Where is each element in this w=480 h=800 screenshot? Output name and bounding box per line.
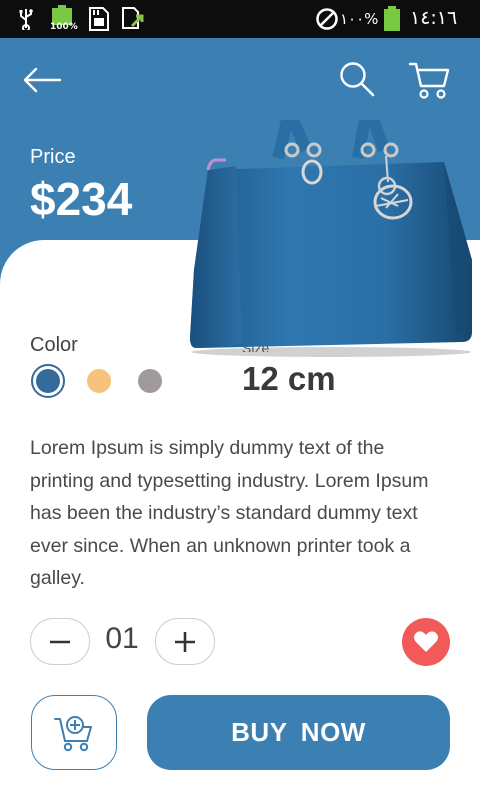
color-label: Color (30, 334, 78, 356)
battery-full-icon (381, 6, 403, 31)
decrease-quantity-button[interactable] (30, 618, 90, 665)
price-value: $234 (30, 173, 133, 225)
status-bar: 100% ١٠٠% ١٤:١٦ (0, 0, 480, 38)
heart-icon (414, 631, 438, 652)
product-image (186, 114, 476, 360)
color-swatch-gray[interactable] (138, 369, 162, 393)
search-button[interactable] (336, 58, 378, 100)
color-swatch-blue[interactable] (31, 364, 65, 398)
product-description: Lorem Ipsum is simply dummy text of the … (30, 437, 429, 589)
color-swatch-orange[interactable] (87, 369, 111, 393)
price-label: Price (30, 146, 76, 168)
sd-card-icon (88, 7, 110, 31)
search-icon (340, 62, 375, 97)
size-value: 12 cm (242, 360, 336, 397)
color-swatch-blue-fill (36, 369, 60, 393)
quantity-value: 01 (105, 622, 139, 655)
clock: ١٤:١٦ (410, 7, 458, 29)
no-disturb-icon (314, 7, 340, 31)
add-to-cart-button[interactable] (31, 695, 117, 770)
cart-button[interactable] (406, 58, 452, 102)
buy-now-button[interactable]: BUY NOW (147, 695, 450, 770)
battery-badge: 100% (50, 22, 78, 32)
add-to-cart-icon (54, 715, 92, 751)
cart-icon (408, 62, 450, 99)
favorite-button[interactable] (402, 618, 450, 666)
battery-percent: ١٠٠% (340, 10, 379, 28)
back-button[interactable] (20, 62, 64, 98)
increase-quantity-button[interactable] (155, 618, 215, 665)
plus-icon (175, 631, 195, 652)
back-arrow-icon (23, 67, 62, 93)
usb-icon (16, 7, 36, 31)
screenshot-icon (120, 7, 148, 31)
minus-icon (50, 640, 70, 643)
